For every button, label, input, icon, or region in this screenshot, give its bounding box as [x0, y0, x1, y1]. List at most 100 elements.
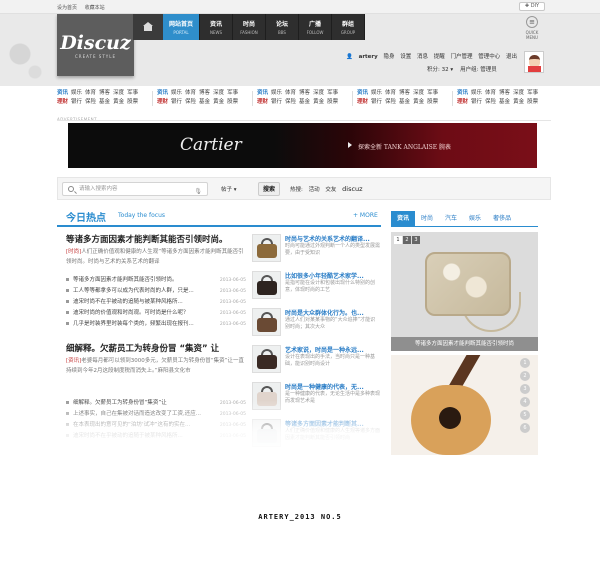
channel-link[interactable]: 银行 — [171, 99, 182, 105]
channel-link[interactable]: 银行 — [371, 99, 382, 105]
tab-0[interactable]: 资讯 — [391, 211, 416, 226]
thumb-image[interactable] — [252, 234, 281, 262]
points-text[interactable]: 积分: 32 — [427, 67, 449, 73]
channel-link[interactable]: 保险 — [85, 99, 96, 105]
nav-item-follow[interactable]: 广播 FOLLOW — [299, 14, 332, 40]
nav-item-group[interactable]: 群组 GROUP — [332, 14, 365, 40]
channel-link[interactable]: 体育 — [485, 90, 496, 96]
channel-link[interactable]: 基金 — [499, 99, 510, 105]
thumb-item[interactable]: 艺术家说，时尚是一种永远... 设计在表现出的手法，当时尚只是一种基础，能识别时尚… — [252, 343, 380, 380]
channel-link[interactable]: 博客 — [399, 90, 410, 96]
usergroup-text[interactable]: 用户组: 管理员 — [460, 67, 497, 73]
channel-link[interactable]: 深度 — [113, 90, 124, 96]
headline-1[interactable]: 等诸多方面因素才能判断其能否引领时尚。 — [66, 233, 228, 245]
search-button[interactable]: 搜索 — [258, 182, 280, 196]
channel-link[interactable]: 娱乐 — [71, 90, 82, 96]
channel-link[interactable]: 保险 — [285, 99, 296, 105]
channel-link[interactable]: 黄金 — [213, 99, 224, 105]
channel-link[interactable]: 银行 — [471, 99, 482, 105]
thumb-image[interactable] — [252, 308, 281, 336]
channel-link[interactable]: 股票 — [327, 99, 338, 105]
channel-link[interactable]: 深度 — [313, 90, 324, 96]
channel-link[interactable]: 理财 — [57, 99, 68, 105]
channel-link[interactable]: 博客 — [199, 90, 210, 96]
ad-banner[interactable]: Cartier 探索全新 TANK ANGLAISE 腕表 — [68, 123, 537, 168]
pager-item[interactable]: 3 — [412, 236, 420, 244]
thumb-title[interactable]: 时尚是一种健康的代表，无... — [285, 382, 364, 391]
channel-link[interactable]: 保险 — [485, 99, 496, 105]
channel-link[interactable]: 黄金 — [413, 99, 424, 105]
bookmark-link[interactable]: 收藏本站 — [85, 5, 105, 11]
channel-link[interactable]: 基金 — [199, 99, 210, 105]
list-item[interactable]: 几乎是时装界里时装每个类的，频繁出现在报刊... 2013-06-05 — [66, 319, 246, 330]
search-type-select[interactable]: 帖子 ▾ — [221, 185, 237, 193]
avatar[interactable] — [524, 51, 544, 73]
search-input[interactable]: 请输入搜索内容 🎙 — [62, 182, 208, 196]
diy-button[interactable]: ✚ DIY — [519, 2, 545, 11]
thumb-title[interactable]: 艺术家说，时尚是一种永远... — [285, 345, 364, 354]
channel-link[interactable]: 理财 — [257, 99, 268, 105]
tab-2[interactable]: 汽车 — [439, 211, 463, 226]
list-item[interactable]: 迪宋时尚不在乎被动的追随与被某种风格所... 2013-06-05 — [66, 297, 246, 308]
channel-link[interactable]: 资讯 — [257, 90, 268, 96]
thumb-item[interactable]: 时尚与艺术的关系艺术的翻译... 时尚可能通过外观判断一个人的类型发展需要，由于受… — [252, 232, 380, 269]
channel-link[interactable]: 理财 — [357, 99, 368, 105]
site-logo[interactable]: Discuz CREATE STYLE — [57, 14, 134, 76]
side-pager-item[interactable]: 3 — [520, 384, 530, 394]
channel-link[interactable]: 博客 — [499, 90, 510, 96]
slideshow[interactable]: 1 2 3 等诸多方面因素才能判断其能否引领时尚 — [391, 232, 538, 351]
list-item[interactable]: 迪宋时尚的价值观和时尚观。可时尚是什么呢？ 2013-06-05 — [66, 308, 246, 319]
thumb-image[interactable] — [252, 345, 281, 373]
set-homepage-link[interactable]: 设为首页 — [57, 5, 77, 11]
channel-link[interactable]: 股票 — [527, 99, 538, 105]
channel-link[interactable]: 体育 — [385, 90, 396, 96]
nav-item-bbs[interactable]: 论坛 BBS — [266, 14, 299, 40]
admin-center-link[interactable]: 管理中心 — [478, 54, 500, 60]
channel-link[interactable]: 军事 — [527, 90, 538, 96]
channel-link[interactable]: 体育 — [185, 90, 196, 96]
hot-search-item[interactable]: 交友 — [325, 187, 336, 193]
thumb-item[interactable]: 时尚是大众群体化行为。也... 通过人们对某某事物的“大众追捧”才能识别时尚；其次… — [252, 306, 380, 343]
channel-link[interactable]: 黄金 — [513, 99, 524, 105]
channel-link[interactable]: 资讯 — [57, 90, 68, 96]
channel-link[interactable]: 资讯 — [457, 90, 468, 96]
side-pager-item[interactable]: 4 — [520, 397, 530, 407]
thumb-title[interactable]: 时尚与艺术的关系艺术的翻译... — [285, 234, 370, 243]
channel-link[interactable]: 军事 — [327, 90, 338, 96]
channel-link[interactable]: 体育 — [85, 90, 96, 96]
channel-link[interactable]: 娱乐 — [471, 90, 482, 96]
invisible-link[interactable]: 隐身 — [383, 54, 394, 60]
nav-item-portal[interactable]: 网站首页 PORTAL — [163, 14, 200, 40]
channel-link[interactable]: 股票 — [427, 99, 438, 105]
microphone-icon[interactable]: 🎙 — [194, 186, 202, 198]
channel-link[interactable]: 资讯 — [357, 90, 368, 96]
channel-link[interactable]: 娱乐 — [171, 90, 182, 96]
channel-link[interactable]: 基金 — [299, 99, 310, 105]
channel-link[interactable]: 军事 — [227, 90, 238, 96]
thumb-title[interactable]: 时尚是大众群体化行为。也... — [285, 308, 364, 317]
headline-2[interactable]: 细解释。欠薪员工为转身份冒 “集资” 让 — [66, 342, 219, 354]
category-tag[interactable]: [时尚] — [66, 249, 81, 255]
logout-link[interactable]: 退出 — [506, 54, 517, 60]
channel-link[interactable]: 银行 — [71, 99, 82, 105]
pager-item[interactable]: 1 — [394, 236, 402, 244]
guitar-image[interactable] — [391, 355, 538, 455]
username-link[interactable]: artery — [359, 54, 378, 60]
list-item[interactable]: 工人等等都拿多可以成为代表时尚的人群，只是... 2013-06-05 — [66, 286, 246, 297]
channel-link[interactable]: 黄金 — [113, 99, 124, 105]
channel-link[interactable]: 博客 — [99, 90, 110, 96]
thumb-image[interactable] — [252, 271, 281, 299]
channel-link[interactable]: 娱乐 — [371, 90, 382, 96]
tab-4[interactable]: 奢侈品 — [487, 211, 517, 226]
side-pager-item[interactable]: 2 — [520, 371, 530, 381]
channel-link[interactable]: 资讯 — [157, 90, 168, 96]
channel-link[interactable]: 基金 — [99, 99, 110, 105]
more-link[interactable]: + MORE — [353, 212, 378, 219]
settings-link[interactable]: 设置 — [400, 54, 411, 60]
thumb-title[interactable]: 比如很多小年轻酷艺术家学... — [285, 271, 364, 280]
messages-link[interactable]: 消息 — [417, 54, 428, 60]
channel-link[interactable]: 理财 — [157, 99, 168, 105]
tab-3[interactable]: 娱乐 — [463, 211, 487, 226]
portal-admin-link[interactable]: 门户管理 — [451, 54, 473, 60]
channel-link[interactable]: 保险 — [385, 99, 396, 105]
